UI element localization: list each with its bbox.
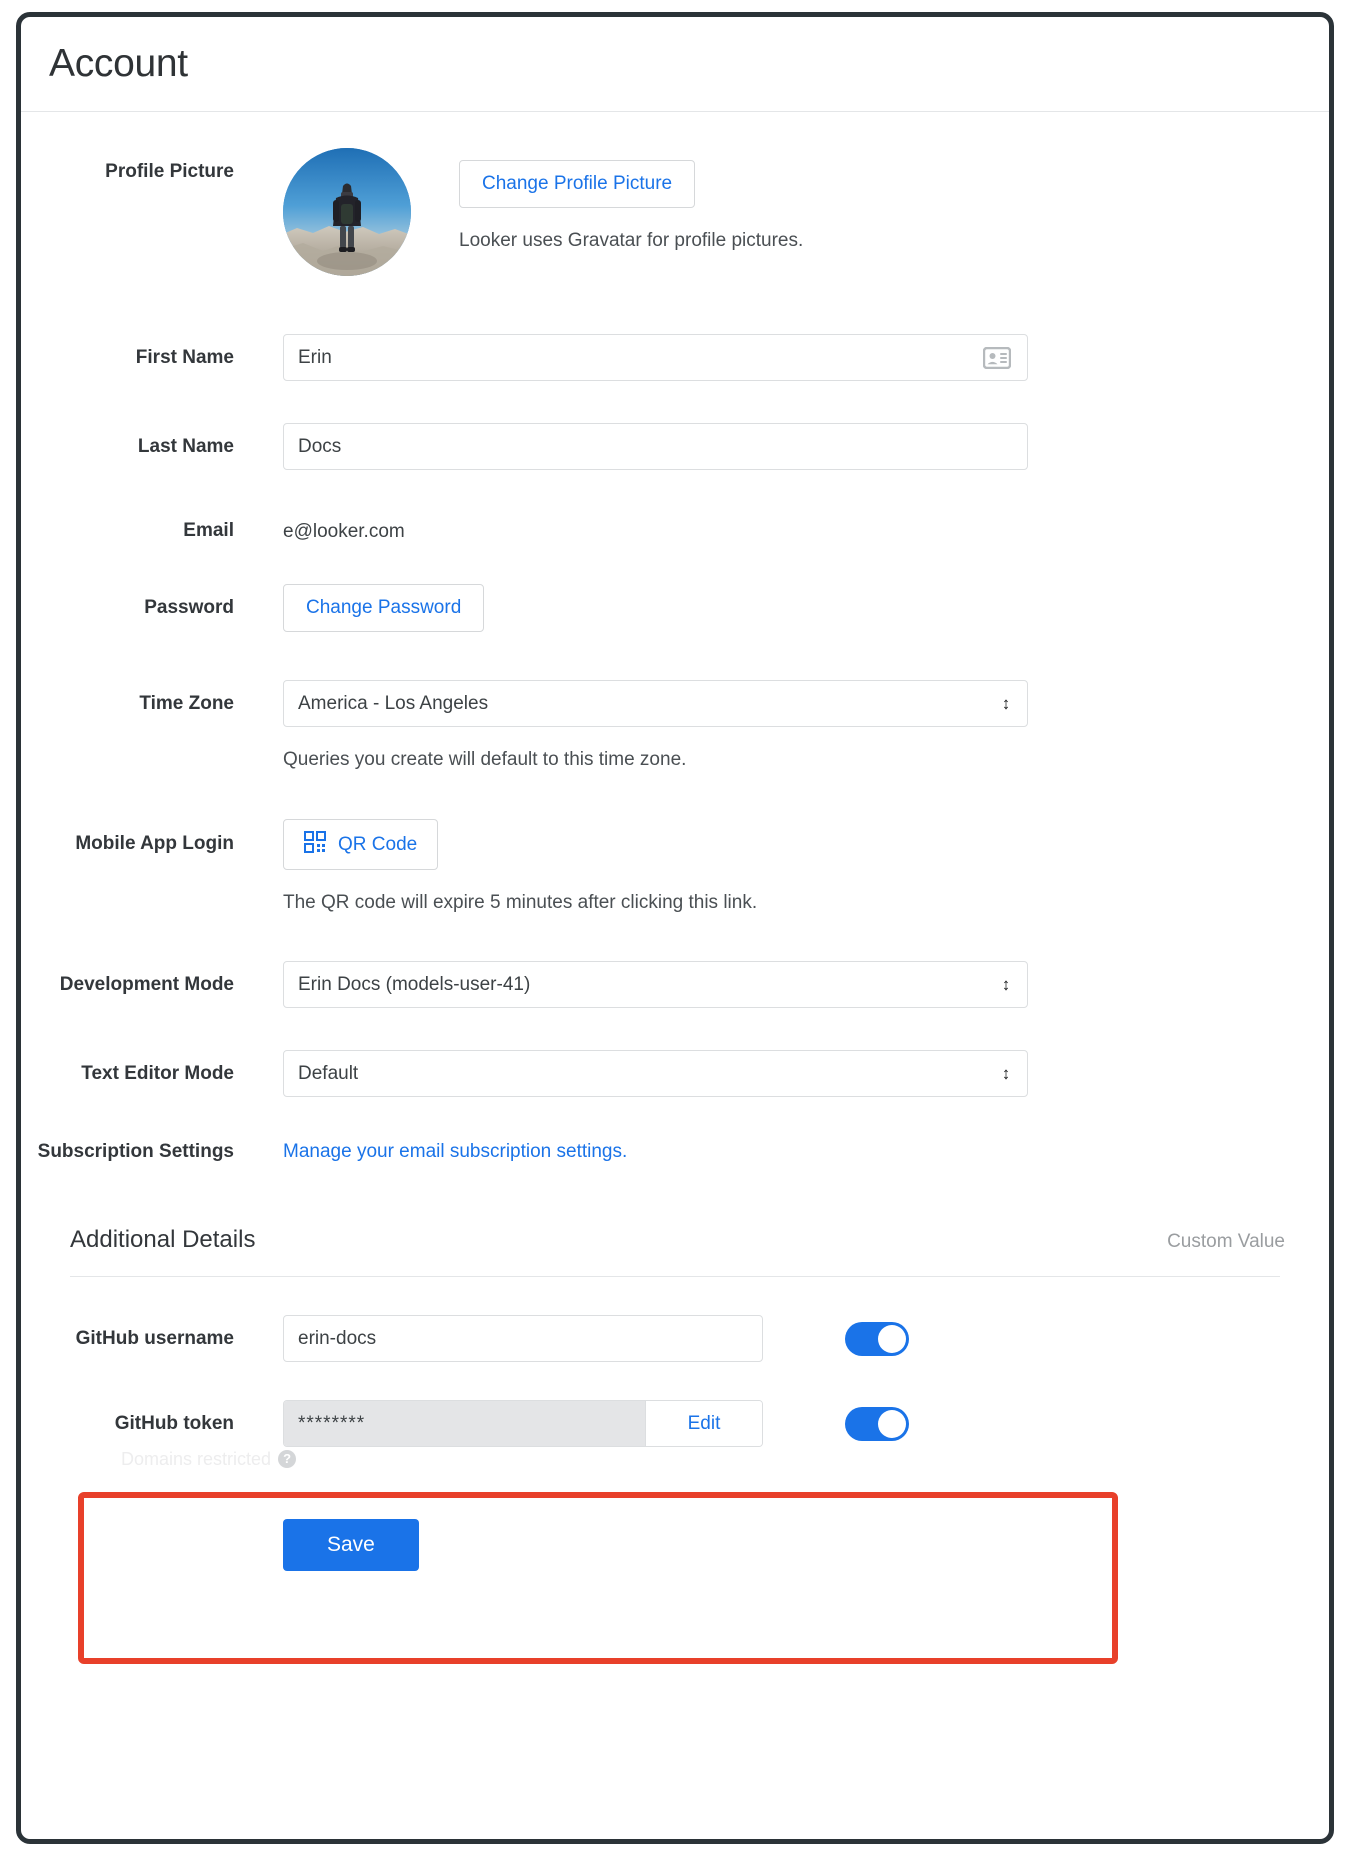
text-editor-mode-select[interactable]: Default ↕ <box>283 1050 1028 1097</box>
email-value: e@looker.com <box>283 518 1299 544</box>
save-button[interactable]: Save <box>283 1519 419 1571</box>
github-token-edit-button[interactable]: Edit <box>645 1401 762 1446</box>
screenshot-frame: Account Profile Picture <box>0 0 1350 1858</box>
github-username-input[interactable]: erin-docs <box>283 1315 763 1362</box>
development-mode-label: Development Mode <box>21 973 283 997</box>
github-username-row: GitHub username erin-docs <box>21 1315 1329 1362</box>
github-token-toggle[interactable] <box>845 1407 909 1441</box>
custom-value-column-header: Custom Value <box>1167 1231 1285 1253</box>
development-mode-row: Development Mode Erin Docs (models-user-… <box>21 961 1329 1008</box>
text-editor-mode-value: Default <box>298 1063 999 1085</box>
last-name-input[interactable]: Docs <box>283 423 1028 470</box>
development-mode-select[interactable]: Erin Docs (models-user-41) ↕ <box>283 961 1028 1008</box>
profile-picture-label: Profile Picture <box>21 148 283 184</box>
page-title: Account <box>49 42 188 86</box>
change-password-button[interactable]: Change Password <box>283 584 484 632</box>
time-zone-row: Time Zone America - Los Angeles ↕ Querie… <box>21 680 1329 772</box>
time-zone-label: Time Zone <box>21 680 283 716</box>
change-profile-picture-button[interactable]: Change Profile Picture <box>459 160 695 208</box>
toggle-knob <box>878 1325 906 1353</box>
time-zone-helper-text: Queries you create will default to this … <box>283 748 1299 772</box>
account-settings-window: Account Profile Picture <box>16 12 1334 1844</box>
email-row: Email e@looker.com <box>21 518 1329 544</box>
mobile-app-login-row: Mobile App Login <box>21 819 1329 915</box>
qr-code-button[interactable]: QR Code <box>283 819 438 870</box>
chevron-updown-icon[interactable]: ↕ <box>999 1065 1013 1082</box>
avatar <box>283 148 411 276</box>
github-token-masked-value: ******** <box>284 1401 645 1446</box>
qr-code-icon <box>304 831 326 858</box>
github-token-row: GitHub token Domains restricted ? ******… <box>21 1400 1329 1447</box>
profile-picture-row: Profile Picture <box>21 148 1329 276</box>
github-username-toggle[interactable] <box>845 1322 909 1356</box>
github-token-label-text: GitHub token <box>115 1413 234 1434</box>
time-zone-value: America - Los Angeles <box>298 693 999 715</box>
text-editor-mode-row: Text Editor Mode Default ↕ <box>21 1050 1329 1097</box>
password-row: Password Change Password <box>21 584 1329 632</box>
mobile-app-login-label: Mobile App Login <box>21 819 283 856</box>
qr-code-helper-text: The QR code will expire 5 minutes after … <box>283 891 1299 915</box>
account-form: Profile Picture <box>21 148 1329 1571</box>
last-name-value: Docs <box>298 436 1013 458</box>
additional-details-divider <box>70 1276 1280 1277</box>
time-zone-select[interactable]: America - Los Angeles ↕ <box>283 680 1028 727</box>
subscription-settings-label: Subscription Settings <box>21 1140 283 1164</box>
github-token-label: GitHub token Domains restricted ? <box>21 1413 283 1435</box>
github-token-field-group: ******** Edit <box>283 1400 763 1447</box>
domains-restricted-note: Domains restricted ? <box>121 1449 296 1470</box>
password-label: Password <box>21 596 283 620</box>
last-name-label: Last Name <box>21 435 283 459</box>
github-username-label: GitHub username <box>21 1328 283 1350</box>
text-editor-mode-label: Text Editor Mode <box>21 1062 283 1086</box>
qr-code-button-label: QR Code <box>338 834 417 856</box>
additional-details-header: Additional Details Custom Value <box>21 1226 1329 1254</box>
manage-subscriptions-link[interactable]: Manage your email subscription settings. <box>283 1141 627 1162</box>
additional-details-title: Additional Details <box>70 1226 255 1254</box>
contact-card-icon[interactable] <box>983 347 1011 369</box>
development-mode-value: Erin Docs (models-user-41) <box>298 974 999 996</box>
first-name-input[interactable]: Erin <box>283 334 1028 381</box>
domains-restricted-text: Domains restricted <box>121 1449 271 1470</box>
github-username-value: erin-docs <box>298 1328 376 1350</box>
gravatar-helper-text: Looker uses Gravatar for profile picture… <box>459 229 803 253</box>
save-row: Save <box>21 1519 1329 1571</box>
help-circle-icon[interactable]: ? <box>278 1450 296 1468</box>
chevron-updown-icon[interactable]: ↕ <box>999 976 1013 993</box>
first-name-row: First Name Erin <box>21 334 1329 381</box>
first-name-value: Erin <box>298 347 983 369</box>
first-name-label: First Name <box>21 346 283 370</box>
subscription-settings-row: Subscription Settings Manage your email … <box>21 1140 1329 1164</box>
toggle-knob <box>878 1410 906 1438</box>
last-name-row: Last Name Docs <box>21 423 1329 470</box>
page-header: Account <box>21 17 1329 112</box>
chevron-updown-icon[interactable]: ↕ <box>999 695 1013 712</box>
email-label: Email <box>21 519 283 543</box>
